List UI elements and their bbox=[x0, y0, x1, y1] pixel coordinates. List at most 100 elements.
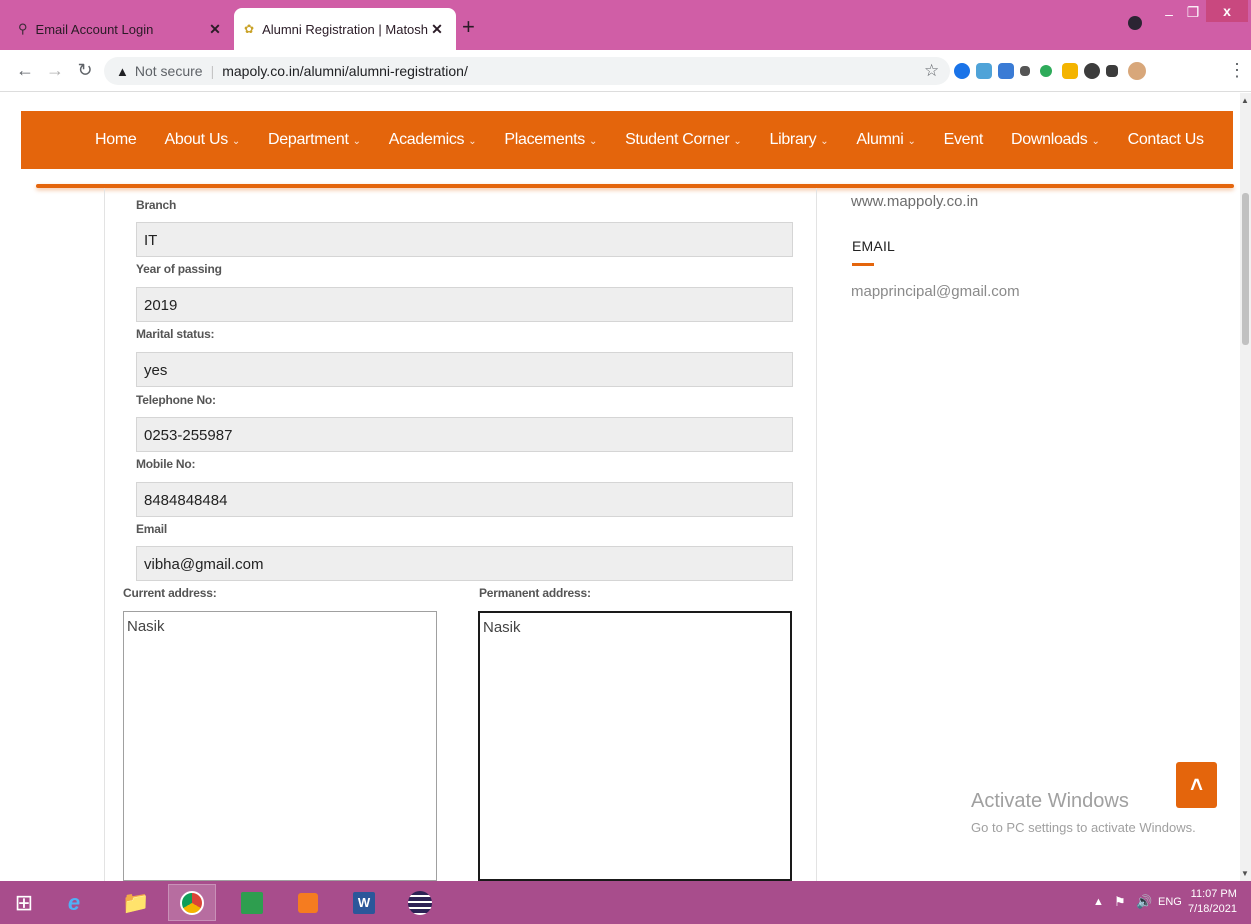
word-icon[interactable]: W bbox=[340, 884, 388, 921]
nav-item-placements[interactable]: Placements ⌄ bbox=[504, 131, 597, 149]
nav-item-student-corner[interactable]: Student Corner ⌄ bbox=[625, 131, 742, 149]
window-close-button[interactable]: x bbox=[1206, 0, 1248, 22]
clock-time: 11:07 PM bbox=[1190, 888, 1237, 900]
url-text: mapoly.co.in/alumni/alumni-registration/ bbox=[222, 63, 468, 79]
chevron-down-icon: ⌄ bbox=[588, 136, 598, 147]
column-divider bbox=[816, 188, 817, 881]
back-arrow-icon[interactable]: ← bbox=[14, 60, 36, 81]
media-player-icon[interactable] bbox=[284, 884, 332, 921]
chevron-down-icon: ⌄ bbox=[231, 136, 240, 147]
chrome-icon[interactable] bbox=[168, 884, 216, 921]
branch-label: Branch bbox=[136, 198, 177, 212]
address-bar: ← → ↻ ▲ Not secure | mapoly.co.in/alumni… bbox=[0, 50, 1251, 92]
extension-search-icon[interactable] bbox=[1040, 65, 1052, 77]
extension-note-icon[interactable] bbox=[1062, 63, 1078, 79]
browser-tab-bar: ⚲ Email Account Login ✕ ✿ Alumni Registr… bbox=[0, 0, 1251, 50]
file-explorer-icon[interactable]: 📁 bbox=[112, 884, 160, 921]
language-indicator[interactable]: ENG bbox=[1158, 896, 1182, 908]
url-omnibox[interactable]: ▲ Not secure | mapoly.co.in/alumni/alumn… bbox=[104, 57, 950, 85]
email-heading: EMAIL bbox=[852, 238, 896, 254]
branch-field[interactable]: IT bbox=[136, 222, 793, 257]
column-divider bbox=[104, 188, 105, 881]
website-link[interactable]: www.mappoly.co.in bbox=[851, 193, 978, 210]
chevron-down-icon: ⌄ bbox=[468, 136, 477, 147]
forward-arrow-icon[interactable]: → bbox=[44, 60, 66, 81]
search-icon: ⚲ bbox=[18, 21, 28, 36]
windows-start-icon[interactable]: ⊞ bbox=[0, 884, 48, 921]
tab-email-account-login[interactable]: ⚲ Email Account Login ✕ bbox=[8, 8, 234, 50]
scroll-down-icon[interactable]: ▼ bbox=[1241, 869, 1249, 878]
year-of-passing-field[interactable]: 2019 bbox=[136, 287, 793, 322]
profile-avatar[interactable] bbox=[1128, 62, 1146, 80]
contact-email[interactable]: mapprincipal@gmail.com bbox=[851, 283, 1020, 300]
internet-explorer-icon[interactable]: e bbox=[50, 884, 98, 921]
system-clock[interactable]: 11:07 PM 7/18/2021 bbox=[1188, 887, 1237, 917]
extension-person-icon[interactable] bbox=[998, 63, 1014, 79]
new-tab-button[interactable]: + bbox=[462, 14, 475, 40]
activate-windows-title: Activate Windows bbox=[971, 790, 1129, 812]
browser-menu-icon[interactable]: ⋮ bbox=[1228, 60, 1246, 81]
nav-item-library[interactable]: Library ⌄ bbox=[769, 131, 828, 149]
windows-taskbar: ⊞ e 📁 W ▲ ⚑ 🔊 ENG 11:07 PM 7/18/2021 bbox=[0, 881, 1251, 924]
year-of-passing-label: Year of passing bbox=[136, 262, 222, 276]
chevron-down-icon: ⌄ bbox=[733, 136, 742, 147]
nav-item-about-us[interactable]: About Us ⌄ bbox=[164, 131, 240, 149]
chevron-up-icon: ˄ bbox=[1190, 772, 1203, 797]
extension-check-icon[interactable] bbox=[954, 63, 970, 79]
email-label: Email bbox=[136, 522, 168, 536]
chevron-down-icon: ⌄ bbox=[1091, 136, 1100, 147]
site-favicon-icon: ✿ bbox=[244, 22, 255, 36]
nav-item-contact-us[interactable]: Contact Us bbox=[1128, 131, 1204, 149]
volume-icon[interactable]: 🔊 bbox=[1136, 894, 1152, 910]
nav-underline bbox=[36, 184, 1234, 188]
close-icon[interactable]: ✕ bbox=[206, 21, 224, 38]
marital-status-field[interactable]: yes bbox=[136, 352, 793, 387]
back-to-top-button[interactable]: ˄ bbox=[1176, 762, 1217, 808]
nav-item-event[interactable]: Event bbox=[944, 131, 984, 149]
telephone-field[interactable]: 0253-255987 bbox=[136, 417, 793, 452]
email-field[interactable]: vibha@gmail.com bbox=[136, 546, 793, 581]
divider: | bbox=[210, 63, 215, 79]
nav-item-alumni[interactable]: Alumni ⌄ bbox=[856, 131, 916, 149]
extension-image-icon[interactable] bbox=[976, 63, 992, 79]
heading-underline bbox=[852, 263, 874, 266]
permanent-address-label: Permanent address: bbox=[479, 586, 591, 600]
tab-title: Email Account Login bbox=[35, 21, 154, 37]
warning-triangle-icon: ▲ bbox=[116, 63, 129, 79]
mobile-field[interactable]: 8484848484 bbox=[136, 482, 793, 517]
bookmark-star-icon[interactable]: ☆ bbox=[924, 61, 939, 81]
eclipse-icon[interactable] bbox=[396, 884, 444, 921]
permanent-address-textarea[interactable]: Nasik bbox=[478, 611, 792, 881]
tab-alumni-registration[interactable]: ✿ Alumni Registration | Matoshri Ac ✕ bbox=[234, 8, 456, 50]
clock-date: 7/18/2021 bbox=[1188, 903, 1237, 915]
tab-title: Alumni Registration | Matoshri Ac bbox=[262, 21, 428, 37]
chevron-down-icon: ⌄ bbox=[820, 136, 829, 147]
nav-item-home[interactable]: Home bbox=[95, 131, 137, 149]
store-icon[interactable] bbox=[228, 884, 276, 921]
extension-circle-icon[interactable] bbox=[1084, 63, 1100, 79]
close-icon[interactable]: ✕ bbox=[428, 21, 446, 38]
page-viewport: Home About Us ⌄ Department ⌄ Academics ⌄ Pl… bbox=[0, 93, 1240, 881]
scroll-up-icon[interactable]: ▲ bbox=[1241, 96, 1249, 105]
current-address-label: Current address: bbox=[123, 586, 217, 600]
nav-item-department[interactable]: Department ⌄ bbox=[268, 131, 361, 149]
chevron-down-icon: ⌄ bbox=[907, 136, 916, 147]
extension-box-icon[interactable] bbox=[1020, 66, 1030, 76]
scrollbar-thumb[interactable] bbox=[1242, 193, 1249, 345]
main-navigation: Home About Us ⌄ Department ⌄ Academics ⌄ Pl… bbox=[21, 111, 1233, 169]
tray-expand-icon[interactable]: ▲ bbox=[1093, 896, 1104, 908]
action-center-flag-icon[interactable]: ⚑ bbox=[1114, 894, 1126, 910]
current-address-textarea[interactable]: Nasik bbox=[123, 611, 437, 881]
restore-icon[interactable]: ❐ bbox=[1182, 4, 1204, 21]
chevron-down-icon: ⌄ bbox=[352, 136, 361, 147]
nav-item-academics[interactable]: Academics ⌄ bbox=[389, 131, 477, 149]
telephone-label: Telephone No: bbox=[136, 393, 216, 407]
extensions-puzzle-icon[interactable] bbox=[1106, 65, 1118, 77]
minimize-icon[interactable]: – bbox=[1158, 6, 1180, 22]
incognito-icon[interactable] bbox=[1128, 16, 1142, 30]
marital-status-label: Marital status: bbox=[136, 327, 215, 341]
reload-icon[interactable]: ↻ bbox=[74, 60, 96, 81]
security-label: Not secure bbox=[134, 63, 203, 79]
nav-item-downloads[interactable]: Downloads ⌄ bbox=[1011, 131, 1100, 149]
page-scrollbar[interactable]: ▲ ▼ bbox=[1240, 93, 1251, 881]
